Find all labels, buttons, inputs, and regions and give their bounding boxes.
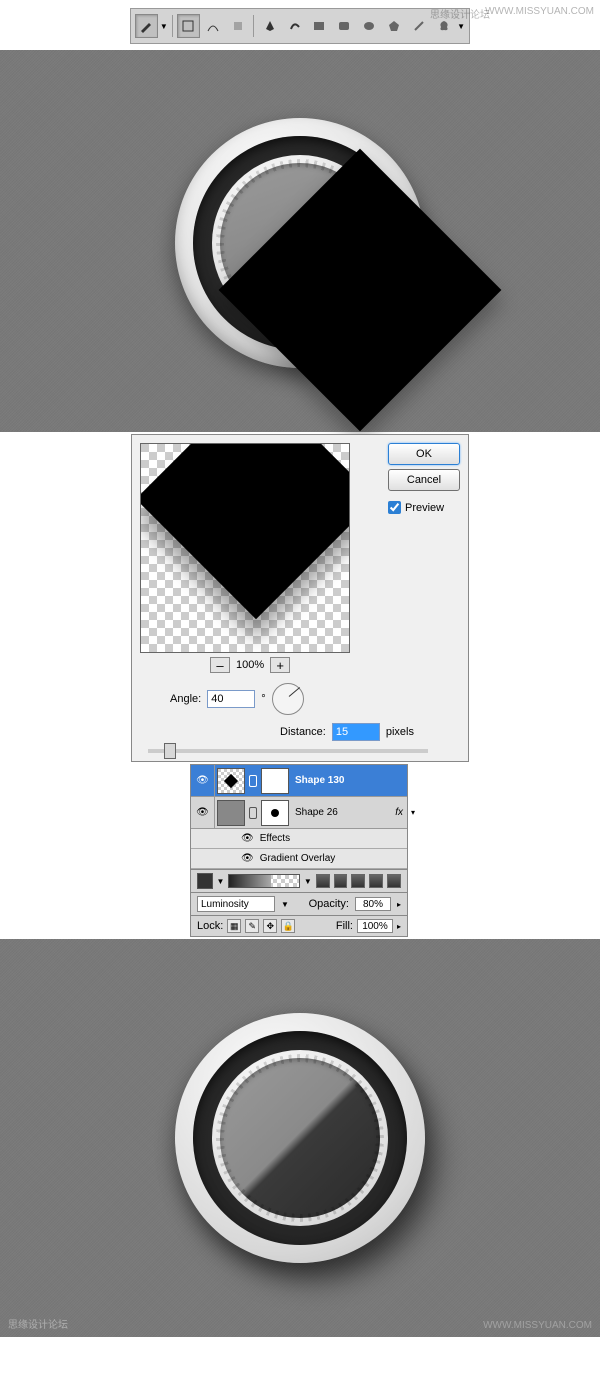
dropdown-arrow-icon[interactable]: ▼ [304,877,312,886]
collapse-icon[interactable]: ▾ [411,808,415,817]
effects-row[interactable]: 👁 Effects [191,829,407,849]
lock-label: Lock: [197,920,223,932]
watermark-cn: 思缘设计论坛 [8,1316,68,1331]
watermark-url: WWW.MISSYUAN.COM [483,1320,592,1331]
layers-panel: 👁 Shape 130 👁 Shape 26 fx ▾ 👁 Effects 👁 … [190,764,408,870]
layer-shape-26[interactable]: 👁 Shape 26 fx ▾ [191,797,407,829]
polygon-icon[interactable] [383,14,406,38]
distance-slider[interactable] [148,749,428,753]
dropdown-arrow-icon[interactable]: ▼ [457,22,465,31]
lock-position-icon[interactable]: ✥ [263,919,277,933]
fill-pixels-icon[interactable] [226,14,249,38]
blend-row: ▼ Opacity: ▸ [190,893,408,916]
watermark-cn: 思缘设计论坛 [430,6,490,21]
preview-diamond [140,443,350,619]
gradient-overlay-row[interactable]: 👁 Gradient Overlay [191,849,407,869]
link-icon[interactable] [249,775,257,787]
opacity-input[interactable] [355,897,391,911]
mask-thumbnail[interactable] [261,800,289,826]
zoom-level: 100% [236,659,264,671]
visibility-icon[interactable]: 👁 [191,765,215,796]
mask-thumbnail[interactable] [261,768,289,794]
distance-unit: pixels [386,726,414,738]
distance-label: Distance: [280,726,326,738]
layer-name: Shape 130 [295,775,344,786]
zoom-out-button[interactable]: – [210,657,230,673]
layer-shape-130[interactable]: 👁 Shape 130 [191,765,407,797]
gradient-preview[interactable] [228,874,299,888]
knob-scallop [220,1058,380,1218]
fill-label: Fill: [336,920,353,932]
gradient-overlay-label: Gradient Overlay [260,853,336,864]
reflected-gradient-icon[interactable] [369,874,383,888]
preview-label: Preview [405,502,444,514]
angle-input[interactable] [207,690,255,708]
dropdown-arrow-icon[interactable]: ▼ [281,900,289,909]
lock-transparency-icon[interactable]: ▦ [227,919,241,933]
fx-badge[interactable]: fx [395,807,403,818]
dropdown-arrow-icon[interactable]: ▼ [217,877,225,886]
blend-mode-select[interactable] [197,896,275,912]
motion-blur-dialog: – 100% + OK Cancel Preview Angle: ° Dist… [131,434,469,762]
preview-thumbnail[interactable] [140,443,350,653]
watermark-url: WWW.MISSYUAN.COM [485,6,594,17]
diamond-gradient-icon[interactable] [387,874,401,888]
fill-arrow-icon[interactable]: ▸ [397,922,401,931]
lock-row: Lock: ▦ ✎ ✥ 🔒 Fill: ▸ [190,916,408,937]
linear-gradient-icon[interactable] [316,874,330,888]
canvas-before [0,50,600,432]
zoom-controls: – 100% + [210,657,460,673]
layer-name: Shape 26 [295,807,338,818]
layer-thumbnail[interactable] [217,800,245,826]
preview-checkbox[interactable] [388,501,401,514]
opacity-label: Opacity: [309,898,349,910]
dropdown-arrow-icon[interactable]: ▼ [160,22,168,31]
line-icon[interactable] [407,14,430,38]
effects-label: Effects [260,833,290,844]
radial-gradient-icon[interactable] [334,874,348,888]
lock-pixels-icon[interactable]: ✎ [245,919,259,933]
link-icon[interactable] [249,807,257,819]
color-swatch[interactable] [197,873,213,889]
pen-icon[interactable] [258,14,281,38]
cancel-button[interactable]: Cancel [388,469,460,491]
visibility-icon[interactable]: 👁 [191,797,215,828]
lock-all-icon[interactable]: 🔒 [281,919,295,933]
freeform-pen-icon[interactable] [283,14,306,38]
visibility-icon[interactable]: 👁 [241,853,254,864]
paths-icon[interactable] [202,14,225,38]
canvas-after: 思缘设计论坛 WWW.MISSYUAN.COM [0,939,600,1337]
opacity-arrow-icon[interactable]: ▸ [397,900,401,909]
knob-outer-ring [175,1013,425,1263]
rounded-rectangle-icon[interactable] [333,14,356,38]
visibility-icon[interactable]: 👁 [241,833,254,844]
rectangle-icon[interactable] [308,14,331,38]
pen-tool-icon[interactable] [135,14,158,38]
layer-thumbnail[interactable] [217,768,245,794]
knob-inner-ring [212,1050,388,1226]
angle-wheel[interactable] [272,683,304,715]
angle-label: Angle: [170,693,201,705]
knob-dark-ring [193,1031,407,1245]
shape-layers-icon[interactable] [177,14,200,38]
preview-checkbox-row[interactable]: Preview [388,501,460,514]
angle-unit: ° [261,693,265,705]
zoom-in-button[interactable]: + [270,657,290,673]
gradient-toolbar: ▼ ▼ [190,870,408,893]
distance-input[interactable] [332,723,380,741]
fill-input[interactable] [357,919,393,933]
ellipse-icon[interactable] [358,14,381,38]
shape-toolbar: ▼ ▼ [130,8,470,44]
angle-gradient-icon[interactable] [351,874,365,888]
ok-button[interactable]: OK [388,443,460,465]
